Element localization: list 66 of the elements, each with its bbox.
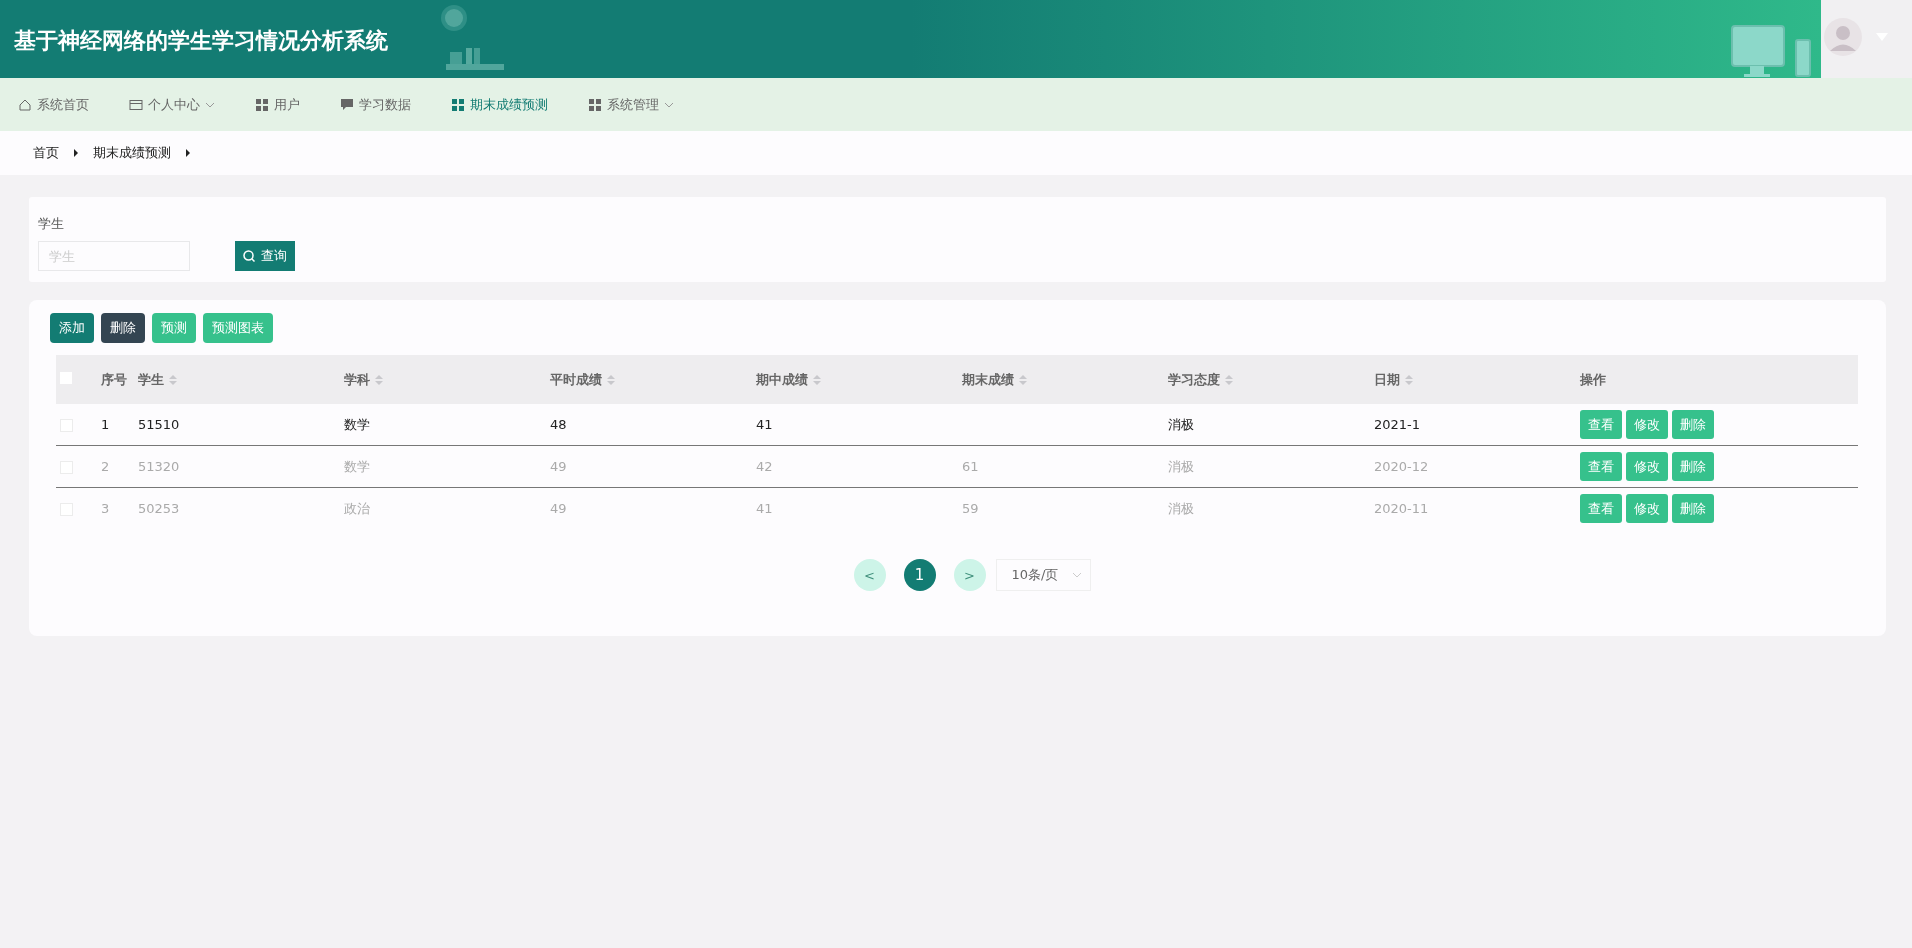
search-button[interactable]: 查询 [235, 241, 295, 271]
grid-icon [588, 97, 602, 112]
page-size-select[interactable]: 10条/页 [995, 559, 1092, 591]
column-header[interactable]: 期中成绩 [756, 370, 808, 389]
sort-icon[interactable] [607, 373, 615, 386]
table-cell: 消极 [1168, 500, 1194, 516]
chat-icon [340, 97, 354, 112]
chevron-right-icon [185, 149, 191, 157]
column-header[interactable]: 操作 [1580, 370, 1606, 389]
next-page-button[interactable]: > [953, 559, 986, 591]
sort-icon[interactable] [1019, 373, 1027, 386]
table-cell: 1 [101, 417, 110, 432]
chevron-right-icon [73, 149, 79, 157]
table-cell: 数学 [344, 416, 370, 432]
nav-item[interactable]: 用户 [255, 95, 300, 114]
breadcrumb-link[interactable]: 首页 [33, 144, 59, 162]
column-header[interactable]: 平时成绩 [550, 370, 602, 389]
nav-item[interactable]: 学习数据 [340, 95, 411, 114]
grid-icon [255, 97, 269, 112]
table-cell: 41 [756, 501, 773, 516]
avatar[interactable] [1824, 18, 1862, 56]
sort-icon[interactable] [1225, 373, 1233, 386]
column-header[interactable]: 日期 [1374, 370, 1400, 389]
sort-icon[interactable] [813, 373, 821, 386]
breadcrumb-link[interactable]: 期末成绩预测 [93, 144, 171, 162]
grid-icon [451, 97, 465, 112]
nav-item[interactable]: 期末成绩预测 [451, 95, 548, 114]
field-label: 学生 [38, 215, 65, 233]
table-cell: 41 [756, 417, 773, 432]
chevron-down-icon [1072, 572, 1083, 578]
table-cell: 政治 [344, 500, 370, 516]
column-header[interactable]: 学习态度 [1168, 370, 1220, 389]
nav-item[interactable]: 系统首页 [18, 95, 89, 114]
table-cell: 2020-11 [1374, 501, 1429, 516]
page-button[interactable]: 1 [903, 559, 936, 591]
table-cell: 61 [962, 459, 979, 474]
table-cell: 消极 [1168, 458, 1194, 474]
column-header[interactable]: 学生 [138, 370, 164, 389]
table-cell: 49 [550, 459, 567, 474]
table-cell: 59 [962, 501, 979, 516]
delete-button[interactable]: 删除 [101, 313, 145, 343]
table-cell: 2021-1 [1374, 417, 1421, 432]
table-cell: 3 [101, 501, 110, 516]
column-header[interactable]: 期末成绩 [962, 370, 1014, 389]
table-cell: 48 [550, 417, 567, 432]
nav-item[interactable]: 个人中心 [129, 95, 215, 114]
column-header[interactable]: 学科 [344, 370, 370, 389]
nav-item[interactable]: 系统管理 [588, 95, 674, 114]
table-cell: 49 [550, 501, 567, 516]
table-cell: 51320 [138, 459, 180, 474]
home-icon [18, 97, 32, 112]
table-cell: 2 [101, 459, 110, 474]
table-cell: 50253 [138, 501, 180, 516]
sort-icon[interactable] [1405, 373, 1413, 386]
sort-icon[interactable] [375, 373, 383, 386]
add-button[interactable]: 添加 [50, 313, 94, 343]
table-cell: 2020-12 [1374, 459, 1429, 474]
table-cell: 数学 [344, 458, 370, 474]
card-icon [129, 97, 143, 112]
sort-icon[interactable] [169, 373, 177, 386]
previous-page-button[interactable]: < [853, 559, 886, 591]
table-cell: 42 [756, 459, 773, 474]
table-cell: 消极 [1168, 416, 1194, 432]
search-icon [243, 250, 255, 262]
app-title: 基于神经网络的学生学习情况分析系统 [14, 27, 388, 54]
table-cell: 51510 [138, 417, 180, 432]
